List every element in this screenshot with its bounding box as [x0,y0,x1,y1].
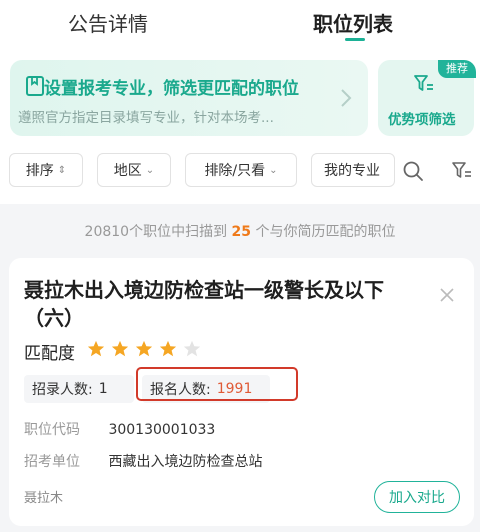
star-filled-icon [111,340,129,357]
recruit-count: 1 [98,381,108,397]
scan-suffix: 个与你简历匹配的职位 [255,224,396,240]
set-major-banner[interactable]: 设置报考专业，筛选更匹配的职位 遵照官方指定目录填写专业，针对本场考... [10,60,368,136]
job-code-row: 职位代码 300130001033 [24,419,215,439]
job-location: 聂拉木 [24,491,64,506]
star-filled-icon [87,340,105,357]
highlight-annotation-box [136,367,298,401]
tab-job-list[interactable]: 职位列表 [313,8,393,37]
recruiting-unit-row: 招考单位 西藏出入境边防检查总站 [24,451,262,471]
banner-subtitle: 遵照官方指定目录填写专业，针对本场考... [18,110,274,126]
bookmark-book-icon [26,76,44,96]
chevron-right-icon [341,89,352,107]
advantage-filter-label: 优势项筛选 [388,112,456,128]
sort-label: 排序 [25,163,54,179]
my-major-label: 我的专业 [324,163,380,179]
close-icon[interactable] [440,288,454,302]
job-title: 聂拉木出入境边防检查站一级警长及以下（六） [24,278,384,330]
star-filled-icon [135,340,153,357]
search-icon[interactable] [402,160,424,182]
add-to-compare-button[interactable]: 加入对比 [374,481,460,513]
chevron-down-icon: ⌄ [145,164,155,176]
recruiting-unit-value: 西藏出入境边防检查总站 [108,454,263,470]
exclude-label: 排除/只看 [204,163,266,179]
scan-count: 25 [231,224,252,240]
recruit-count-pill: 招录人数: 1 [24,375,134,403]
scan-prefix: 20810个职位中扫描到 [84,224,228,240]
recruiting-unit-label: 招考单位 [24,454,80,470]
my-major-dropdown[interactable]: 我的专业 [311,153,395,187]
star-filled-icon [159,340,177,357]
top-tabs: 公告详情 职位列表 [0,0,480,48]
region-label: 地区 [113,163,142,179]
sort-dropdown[interactable]: 排序 ⇕ [9,153,83,187]
chevron-down-icon: ⌄ [269,164,278,176]
recommend-badge: 推荐 [438,60,476,78]
active-tab-indicator [345,38,365,41]
star-empty-icon [183,340,201,357]
job-code-value: 300130001033 [108,422,216,438]
region-dropdown[interactable]: 地区 ⌄ [97,153,171,187]
tab-announcement-details[interactable]: 公告详情 [68,8,148,37]
banner-title: 设置报考专业，筛选更匹配的职位 [44,79,299,99]
recruit-label: 招录人数: [32,382,93,398]
filter-icon[interactable] [451,161,473,181]
match-label: 匹配度 [24,344,75,364]
match-rating [87,340,201,358]
filter-icon [414,75,433,91]
exclude-dropdown[interactable]: 排除/只看 ⌄ [185,153,297,187]
job-code-label: 职位代码 [24,422,80,438]
sort-arrows-icon: ⇕ [57,164,67,176]
scan-summary: 20810个职位中扫描到 25 个与你简历匹配的职位 [0,221,480,241]
